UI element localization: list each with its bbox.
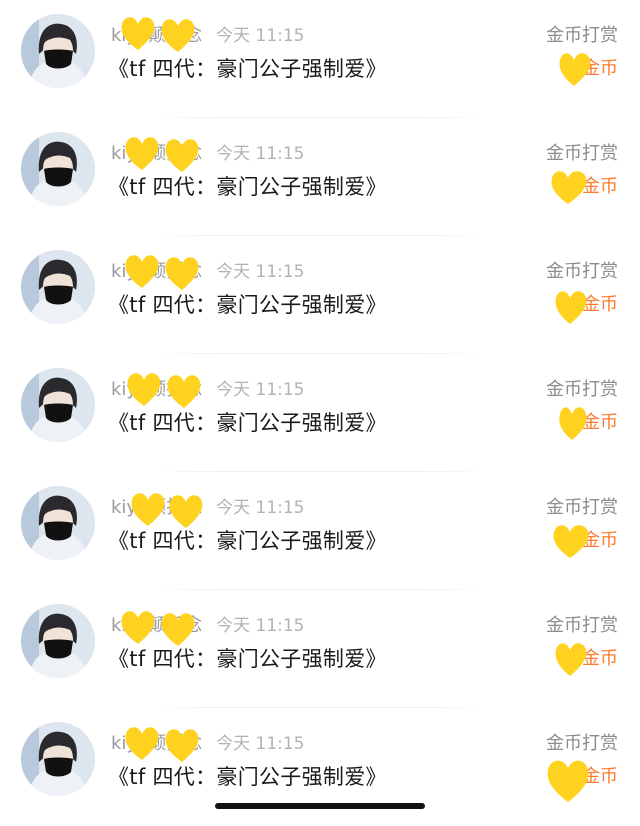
coin-tip-label[interactable]: 金币打赏 [546,257,618,283]
username[interactable]: kiyo颠折念 [111,379,202,400]
coin-tip-label[interactable]: 金币打赏 [546,375,618,401]
timestamp: 今天 11:15 [216,262,305,282]
avatar[interactable] [21,14,95,88]
timestamp: 今天 11:15 [216,144,305,164]
avatar[interactable] [21,722,95,796]
message-meta: kiyo颠折念 今天 11:15 [111,21,305,47]
timestamp: 今天 11:15 [216,380,305,400]
home-indicator[interactable] [215,803,425,809]
timestamp: 今天 11:15 [216,734,305,754]
list-item[interactable]: kiyo颠折念 今天 11:15 《tf 四代：豪门公子强制爱》 金币打赏 金币 [0,590,640,708]
username[interactable]: kiyo颠折念 [111,261,202,282]
message-meta: kiyo颠折念 今天 11:15 [111,493,305,519]
message-meta: kiyo颠折念 今天 11:15 [111,257,305,283]
avatar[interactable] [21,368,95,442]
list-item[interactable]: kiyo颠折念 今天 11:15 《tf 四代：豪门公子强制爱》 金币打赏 金币 [0,472,640,590]
story-title[interactable]: 《tf 四代：豪门公子强制爱》 [108,289,387,319]
coin-label: 金币 [582,176,618,197]
story-title[interactable]: 《tf 四代：豪门公子强制爱》 [108,171,387,201]
username[interactable]: kiyo颠折念 [111,25,202,46]
coin-label: 金币 [582,648,618,669]
avatar[interactable] [21,604,95,678]
list-item[interactable]: kiyo颠折念 今天 11:15 《tf 四代：豪门公子强制爱》 金币打赏 金币 [0,0,640,118]
avatar[interactable] [21,250,95,324]
username[interactable]: kiyo颠折念 [111,143,202,164]
story-title[interactable]: 《tf 四代：豪门公子强制爱》 [108,643,387,673]
coin-tip-label[interactable]: 金币打赏 [546,139,618,165]
username[interactable]: kiyo颠折念 [111,497,202,518]
list-item[interactable]: kiyo颠折念 今天 11:15 《tf 四代：豪门公子强制爱》 金币打赏 金币 [0,354,640,472]
coin-label: 金币 [582,766,618,787]
coin-tip-label[interactable]: 金币打赏 [546,21,618,47]
username[interactable]: kiyo颠折念 [111,615,202,636]
timestamp: 今天 11:15 [216,498,305,518]
timestamp: 今天 11:15 [216,26,305,46]
coin-tip-label[interactable]: 金币打赏 [546,611,618,637]
story-title[interactable]: 《tf 四代：豪门公子强制爱》 [108,407,387,437]
coin-tip-label[interactable]: 金币打赏 [546,493,618,519]
avatar[interactable] [21,486,95,560]
avatar[interactable] [21,132,95,206]
coin-label: 金币 [582,530,618,551]
username[interactable]: kiyo颠折念 [111,733,202,754]
message-meta: kiyo颠折念 今天 11:15 [111,139,305,165]
story-title[interactable]: 《tf 四代：豪门公子强制爱》 [108,525,387,555]
coin-label: 金币 [582,58,618,79]
message-meta: kiyo颠折念 今天 11:15 [111,375,305,401]
timestamp: 今天 11:15 [216,616,305,636]
story-title[interactable]: 《tf 四代：豪门公子强制爱》 [108,761,387,791]
coin-label: 金币 [582,294,618,315]
coin-tip-label[interactable]: 金币打赏 [546,729,618,755]
message-meta: kiyo颠折念 今天 11:15 [111,729,305,755]
message-meta: kiyo颠折念 今天 11:15 [111,611,305,637]
list-item[interactable]: kiyo颠折念 今天 11:15 《tf 四代：豪门公子强制爱》 金币打赏 金币 [0,236,640,354]
story-title[interactable]: 《tf 四代：豪门公子强制爱》 [108,53,387,83]
coin-label: 金币 [582,412,618,433]
list-item[interactable]: kiyo颠折念 今天 11:15 《tf 四代：豪门公子强制爱》 金币打赏 金币 [0,118,640,236]
